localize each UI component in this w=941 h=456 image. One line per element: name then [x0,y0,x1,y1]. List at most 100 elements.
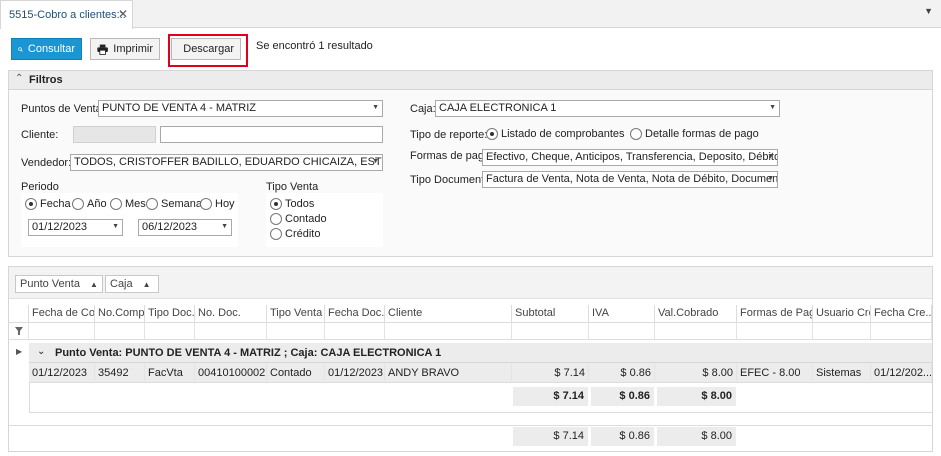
col-header[interactable]: Subtotal [512,305,589,323]
col-header[interactable]: Tipo Venta [267,305,325,323]
group-row-label: Punto Venta: PUNTO DE VENTA 4 - MATRIZ ;… [55,347,442,359]
radio-selected-icon [486,128,498,140]
chevron-down-icon: ▼ [767,153,774,160]
filter-cell[interactable] [512,323,589,340]
filter-cell[interactable] [871,323,932,340]
chevron-down-icon[interactable]: ⌄ [37,346,45,357]
filter-cell[interactable] [145,323,195,340]
sort-up-icon: ▲ [142,279,151,289]
periodo-hoy-label: Hoy [215,198,235,210]
periodo-fecha-radio[interactable]: Fecha [25,198,71,210]
close-icon[interactable]: ✕ [118,7,128,21]
detalle-formas-pago-label: Detalle formas de pago [645,128,759,140]
filter-cell[interactable] [195,323,267,340]
fecha-desde-picker[interactable]: 01/12/2023 ▼ [28,219,123,236]
tipo-documento-select[interactable]: Factura de Venta, Nota de Venta, Nota de… [482,171,778,188]
periodo-hoy-radio[interactable]: Hoy [200,198,235,210]
filter-cell[interactable] [325,323,385,340]
fecha-hasta-picker[interactable]: 06/12/2023 ▼ [138,219,232,236]
tipo-venta-contado-radio[interactable]: Contado [270,213,327,225]
filter-row-icon-cell[interactable] [9,323,29,340]
table-cell[interactable]: 01/12/202... [871,363,932,383]
filter-cell[interactable] [813,323,871,340]
puntos-venta-select[interactable]: PUNTO DE VENTA 4 - MATRIZ ▼ [98,100,383,117]
table-cell[interactable]: $ 7.14 [512,363,589,383]
detalle-formas-pago-radio[interactable]: Detalle formas de pago [630,128,759,140]
periodo-ano-label: Año [87,198,107,210]
col-header[interactable]: Fecha Doc. [325,305,385,323]
listado-comprobantes-radio[interactable]: Listado de comprobantes [486,128,625,140]
descargar-button[interactable]: Descargar [171,38,241,60]
chevron-up-icon[interactable]: ⌃ [15,73,23,84]
table-cell[interactable]: EFEC - 8.00 [737,363,813,383]
consultar-button[interactable]: Consultar [11,38,82,60]
radio-icon [72,198,84,210]
table-cell[interactable]: 01/12/2023 [325,363,385,383]
tab-label: 5515-Cobro a clientes::. [9,9,126,21]
col-header[interactable]: IVA [589,305,655,323]
group-row[interactable]: ⌄ Punto Venta: PUNTO DE VENTA 4 - MATRIZ… [29,343,932,363]
col-header[interactable]: Cliente [385,305,512,323]
table-cell[interactable]: $ 0.86 [589,363,655,383]
filter-icon [15,327,23,335]
filter-cell[interactable] [589,323,655,340]
cliente-label: Cliente: [21,129,59,141]
table-cell[interactable]: 00410100002... [195,363,267,383]
tab-cobro-clientes[interactable]: 5515-Cobro a clientes::. ✕ [0,0,133,29]
consultar-label: Consultar [27,43,75,55]
radio-icon [270,228,282,240]
filter-cell[interactable] [267,323,325,340]
col-header[interactable]: Usuario Cre... [813,305,871,323]
col-header[interactable]: No.Comp... [95,305,145,323]
imprimir-button[interactable]: Imprimir [90,38,160,60]
group-chip-caja[interactable]: Caja ▲ [105,275,159,293]
tipo-venta-todos-radio[interactable]: Todos [270,198,314,210]
periodo-semana-radio[interactable]: Semana [146,198,202,210]
periodo-mes-radio[interactable]: Mes [110,198,146,210]
periodo-mes-label: Mes [125,198,146,210]
group-chip-punto-venta[interactable]: Punto Venta ▲ [15,275,103,293]
filter-cell[interactable] [95,323,145,340]
table-cell[interactable]: Sistemas [813,363,871,383]
tipo-documento-value: Factura de Venta, Nota de Venta, Nota de… [486,173,778,185]
filter-cell[interactable] [737,323,813,340]
col-header[interactable]: Fecha de Co... [29,305,95,323]
group-cobrado-sum: $ 8.00 [657,387,736,406]
col-header[interactable]: Tipo Doc. [145,305,195,323]
table-cell[interactable]: $ 8.00 [655,363,737,383]
filter-cell[interactable] [29,323,95,340]
tipo-venta-credito-radio[interactable]: Crédito [270,228,320,240]
radio-icon [270,213,282,225]
tab-strip [0,0,941,28]
tab-menu-chevron-icon[interactable]: ▼ [924,6,933,16]
periodo-ano-radio[interactable]: Año [72,198,107,210]
chevron-down-icon: ▼ [372,158,379,165]
col-header[interactable]: Formas de Pago [737,305,813,323]
caja-select[interactable]: CAJA ELECTRONICA 1 ▼ [435,100,780,117]
results-status: Se encontró 1 resultado [256,40,373,52]
imprimir-label: Imprimir [113,43,153,55]
col-header[interactable]: No. Doc. [195,305,267,323]
table-cell[interactable]: 35492 [95,363,145,383]
table-cell[interactable]: Contado [267,363,325,383]
filters-header[interactable]: ⌃ Filtros [9,71,932,90]
chevron-down-icon: ▼ [769,104,776,111]
caja-label: Caja: [410,103,436,115]
filters-panel: ⌃ Filtros Puntos de Venta: PUNTO DE VENT… [8,70,933,257]
table-cell[interactable]: ANDY BRAVO [385,363,512,383]
col-header[interactable]: Fecha Cre... [871,305,932,323]
vendedor-select[interactable]: TODOS, CRISTOFFER BADILLO, EDUARDO CHICA… [70,154,383,171]
cliente-name-field[interactable] [160,126,383,143]
chevron-down-icon: ▼ [767,175,774,182]
col-header[interactable]: Val.Cobrado [655,305,737,323]
row-pointer-icon: ▶ [16,347,23,356]
table-cell[interactable]: FacVta [145,363,195,383]
table-cell[interactable]: 01/12/2023 [29,363,95,383]
chevron-down-icon: ▼ [221,223,228,230]
chevron-down-icon: ▼ [372,104,379,111]
filter-cell[interactable] [655,323,737,340]
total-cobrado-sum: $ 8.00 [657,427,736,446]
chevron-down-icon: ▼ [112,223,119,230]
filter-cell[interactable] [385,323,512,340]
formas-pago-select[interactable]: Efectivo, Cheque, Anticipos, Transferenc… [482,149,778,166]
